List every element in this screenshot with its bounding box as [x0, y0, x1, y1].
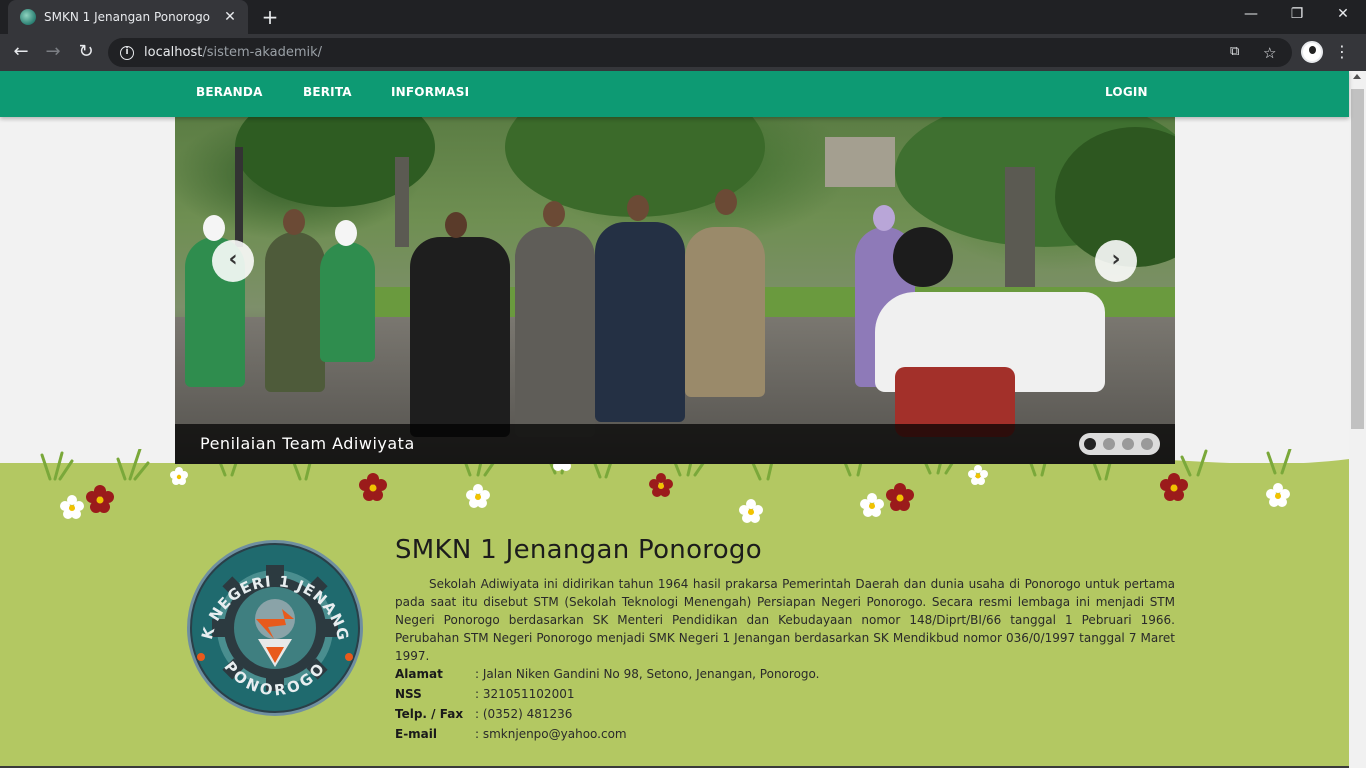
- contact-row-email: E-mail : smknjenpo@yahoo.com: [395, 727, 1095, 747]
- back-button[interactable]: ←: [8, 40, 34, 66]
- site-navbar: BERANDA BERITA INFORMASI LOGIN: [0, 71, 1349, 117]
- url-host: localhost: [144, 45, 203, 60]
- carousel-indicators: [1079, 433, 1160, 455]
- flower-decoration: [968, 465, 988, 485]
- page-viewport: BERANDA BERITA INFORMASI LOGIN ‹ › Penil…: [0, 71, 1366, 768]
- close-window-button[interactable]: ✕: [1320, 0, 1366, 30]
- site-info-icon[interactable]: i: [120, 45, 134, 60]
- slide-caption: Penilaian Team Adiwiyata: [200, 434, 415, 453]
- nav-berita[interactable]: BERITA: [303, 85, 352, 99]
- flower-decoration: [1266, 483, 1290, 507]
- url-path: /sistem-akademik/: [202, 45, 323, 60]
- school-title: SMKN 1 Jenangan Ponorogo: [395, 535, 762, 565]
- nav-informasi[interactable]: INFORMASI: [391, 85, 469, 99]
- page-scrollbar[interactable]: [1349, 71, 1366, 768]
- contact-label: NSS: [395, 687, 422, 701]
- contact-row-address: Alamat : Jalan Niken Gandini No 98, Seto…: [395, 667, 1095, 687]
- browser-toolbar: ← → ↻ i localhost/sistem-akademik/ ⧉ ☆: [0, 34, 1366, 71]
- flower-decoration: [359, 473, 387, 501]
- scroll-thumb[interactable]: [1351, 89, 1364, 429]
- menu-icon[interactable]: ⋮: [1334, 42, 1350, 61]
- contact-label: Alamat: [395, 667, 443, 681]
- maximize-button[interactable]: ❐: [1274, 0, 1320, 30]
- flower-decoration: [1160, 473, 1188, 501]
- contact-value: : 321051102001: [475, 687, 575, 701]
- carousel-dot-2[interactable]: [1103, 438, 1115, 450]
- address-bar[interactable]: i localhost/sistem-akademik/ ⧉ ☆: [108, 38, 1292, 67]
- star-icon[interactable]: ☆: [1263, 44, 1276, 62]
- contact-label: Telp. / Fax: [395, 707, 464, 721]
- flower-decoration: [170, 467, 188, 485]
- contact-value[interactable]: : smknjenpo@yahoo.com: [475, 727, 627, 747]
- contact-value: : Jalan Niken Gandini No 98, Setono, Jen…: [475, 667, 820, 681]
- contact-row-phone: Telp. / Fax : (0352) 481236: [395, 707, 1095, 727]
- close-tab-icon[interactable]: ✕: [222, 9, 238, 25]
- flower-decoration: [886, 483, 914, 511]
- contact-row-nss: NSS : 321051102001: [395, 687, 1095, 707]
- carousel-prev-button[interactable]: ‹: [212, 240, 254, 282]
- scroll-up-arrow-icon[interactable]: [1353, 74, 1361, 79]
- flower-decoration: [466, 484, 490, 508]
- carousel-dot-1[interactable]: [1084, 438, 1096, 450]
- nav-login[interactable]: LOGIN: [1105, 85, 1148, 99]
- school-logo: SMK NEGERI 1 JENANGAN PONOROGO: [186, 539, 363, 716]
- school-description: Sekolah Adiwiyata ini didirikan tahun 19…: [395, 577, 1175, 663]
- profile-icon[interactable]: [1301, 41, 1323, 63]
- tab-title: SMKN 1 Jenangan Ponorogo: [44, 10, 211, 24]
- new-tab-button[interactable]: +: [258, 6, 282, 30]
- flower-decoration: [649, 473, 673, 497]
- contact-info: Alamat : Jalan Niken Gandini No 98, Seto…: [395, 667, 1095, 747]
- carousel-next-button[interactable]: ›: [1095, 240, 1137, 282]
- browser-tab-strip: SMKN 1 Jenangan Ponorogo ✕ + — ❐ ✕: [0, 0, 1366, 34]
- reload-button[interactable]: ↻: [73, 40, 99, 66]
- translate-icon[interactable]: ⧉: [1230, 44, 1239, 59]
- flower-decoration: [86, 485, 114, 513]
- nav-beranda[interactable]: BERANDA: [196, 85, 263, 99]
- contact-value: : (0352) 481236: [475, 707, 573, 721]
- slide-photo: [175, 117, 1175, 464]
- forward-button[interactable]: →: [40, 40, 66, 66]
- contact-label: E-mail: [395, 727, 438, 741]
- minimize-button[interactable]: —: [1228, 0, 1274, 30]
- carousel-dot-3[interactable]: [1122, 438, 1134, 450]
- image-carousel: ‹ › Penilaian Team Adiwiyata: [175, 117, 1175, 464]
- slide-caption-bar: Penilaian Team Adiwiyata: [175, 424, 1175, 464]
- site-favicon-icon: [20, 9, 36, 25]
- about-section: SMK NEGERI 1 JENANGAN PONOROGO SMKN 1 Je…: [0, 511, 1349, 768]
- browser-tab[interactable]: SMKN 1 Jenangan Ponorogo ✕: [8, 0, 248, 34]
- carousel-dot-4[interactable]: [1141, 438, 1153, 450]
